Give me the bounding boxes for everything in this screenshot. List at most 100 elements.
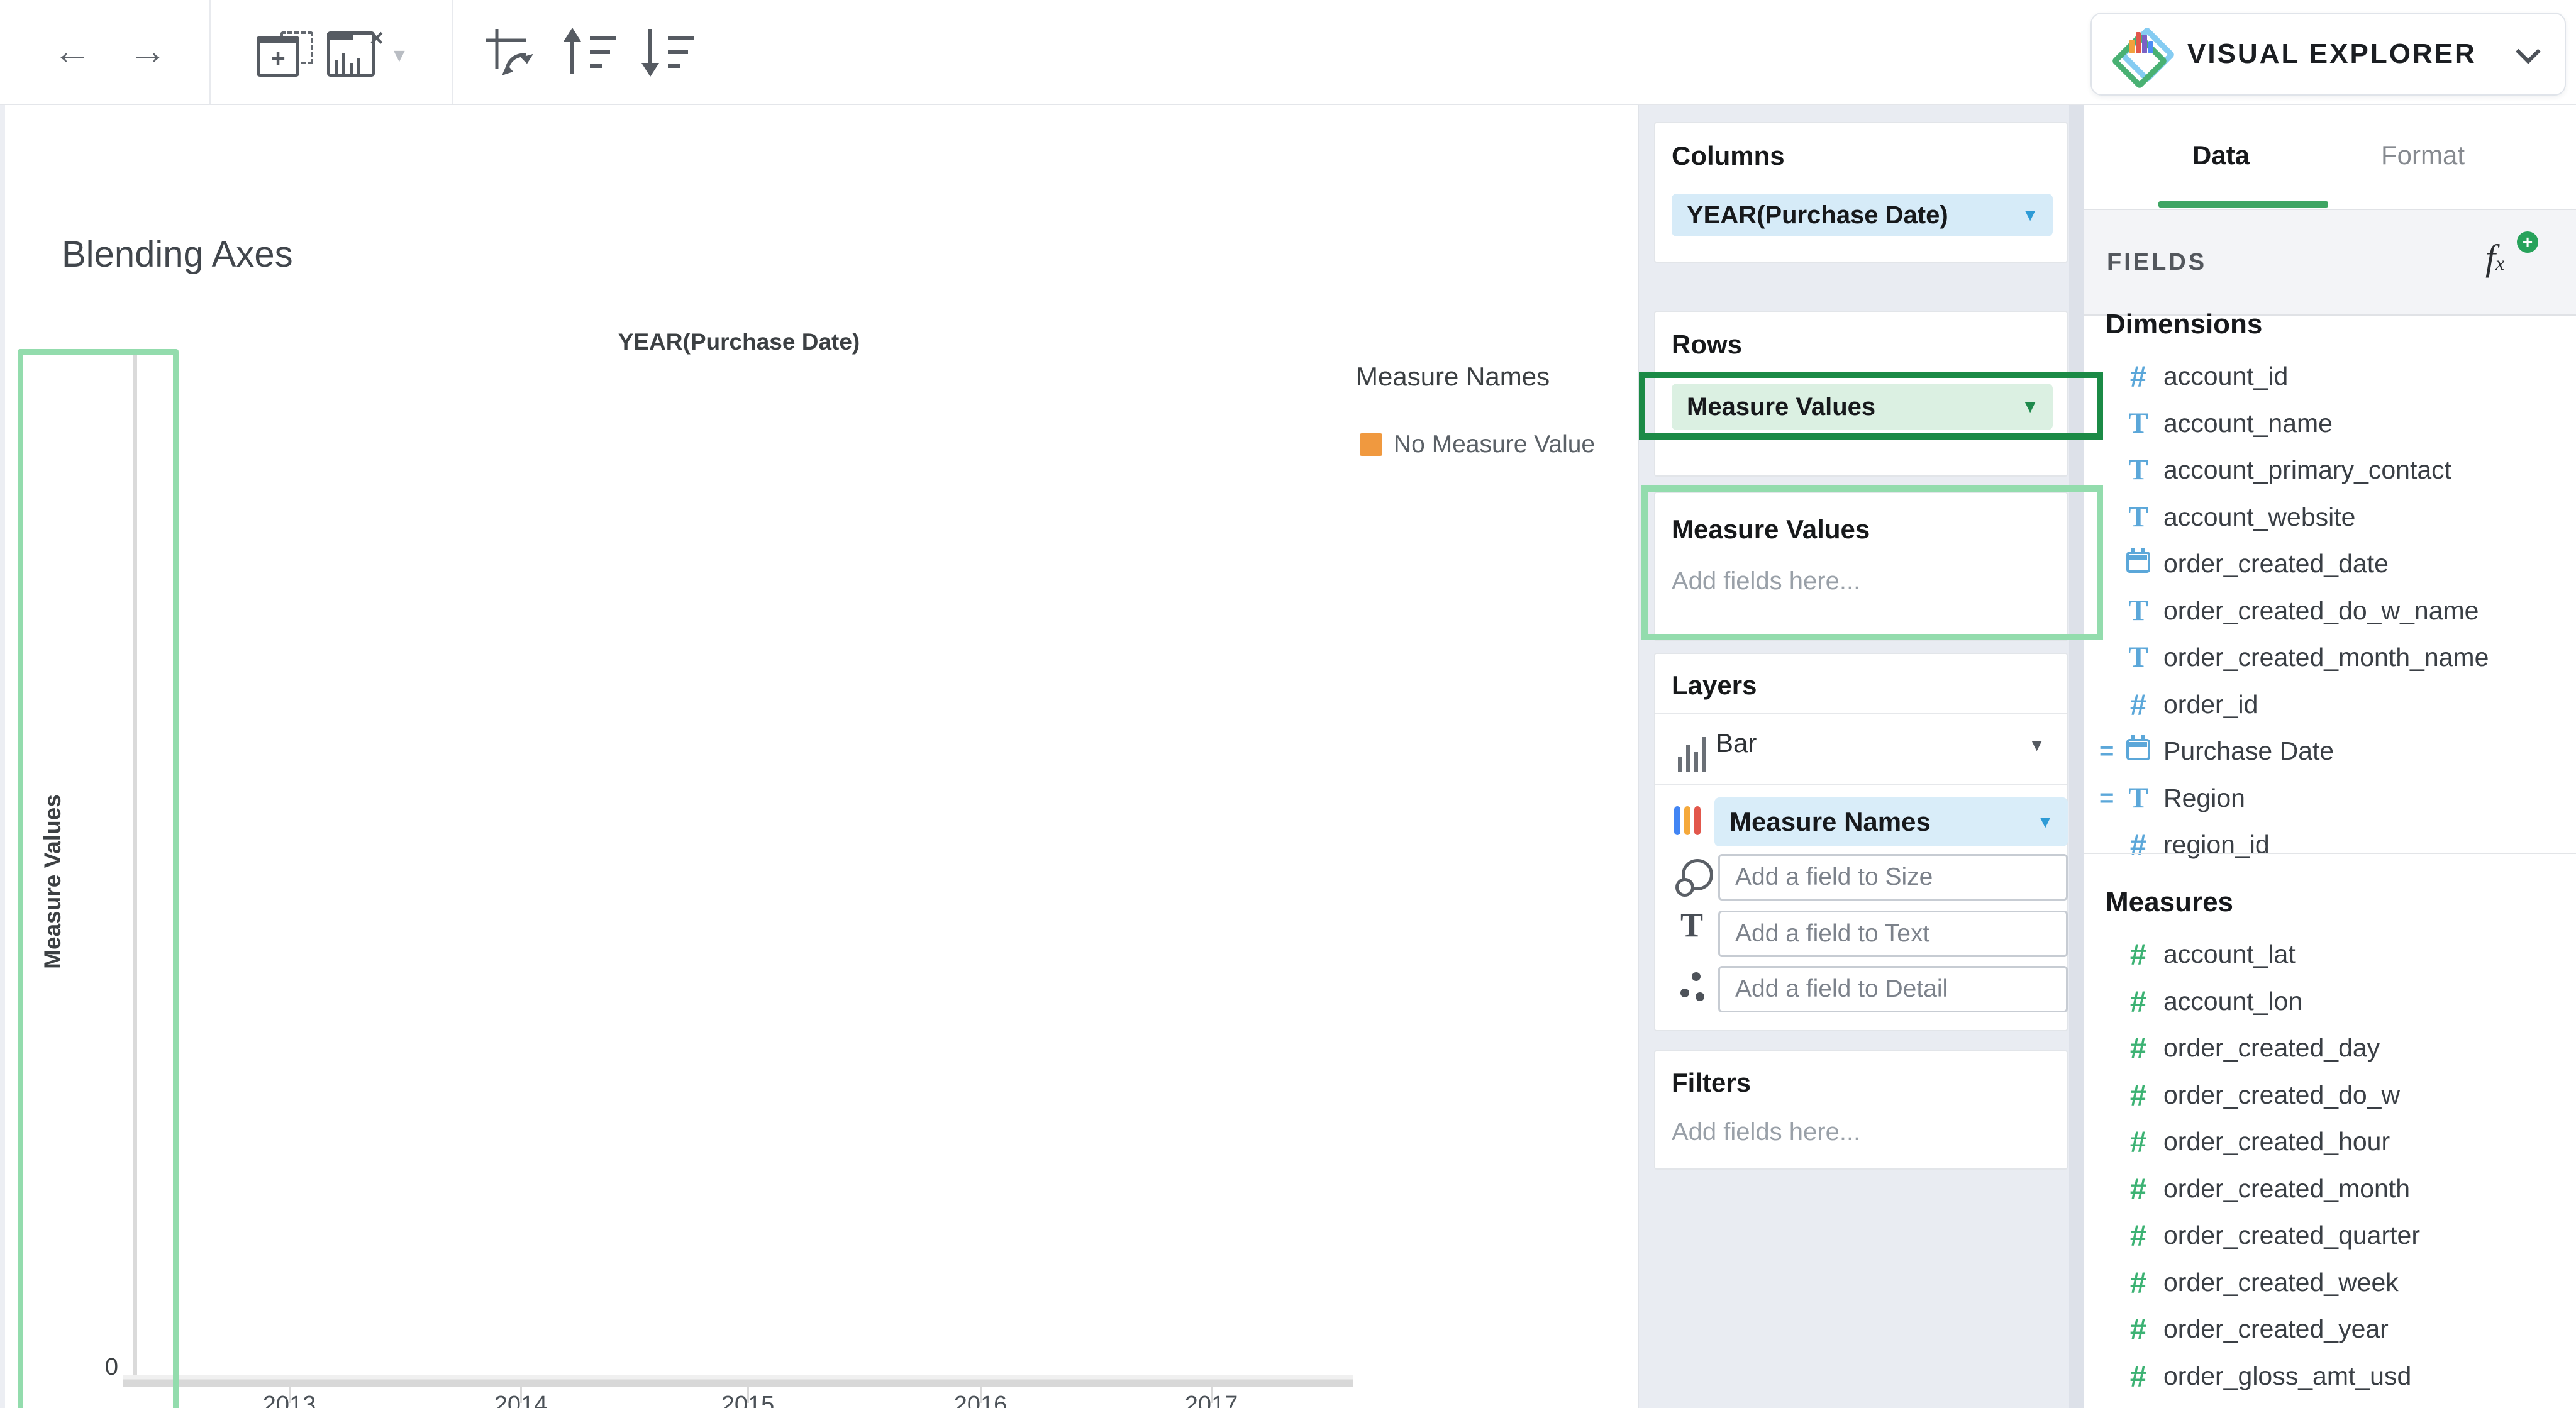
visual-explorer-app: ← → + × ▼ bbox=[0, 0, 2576, 1408]
text-type-icon: T bbox=[2121, 640, 2156, 674]
measure-values-shelf: Measure Values Add fields here... bbox=[1654, 492, 2068, 641]
field-item-dimension[interactable]: =Purchase Date bbox=[2084, 730, 2576, 772]
x-tick-label: 2016 bbox=[924, 1392, 1037, 1408]
sort-descending-icon[interactable] bbox=[636, 25, 697, 83]
pill-caret-icon[interactable]: ▼ bbox=[2036, 812, 2054, 832]
field-item-measure[interactable]: #account_lon bbox=[2084, 980, 2576, 1022]
pill-caret-icon[interactable]: ▼ bbox=[2021, 205, 2039, 225]
remove-chart-icon[interactable]: × bbox=[327, 33, 381, 77]
field-item-measure[interactable]: #order_created_day bbox=[2084, 1027, 2576, 1068]
add-chart-plus: + bbox=[257, 36, 299, 77]
tab-data[interactable]: Data bbox=[2192, 140, 2250, 170]
add-formula-icon[interactable]: fx + bbox=[2485, 236, 2536, 287]
field-label: account_name bbox=[2163, 409, 2333, 438]
number-icon: # bbox=[2121, 1265, 2156, 1300]
field-item-dimension[interactable]: Torder_created_month_name bbox=[2084, 636, 2576, 678]
field-label: account_lon bbox=[2163, 987, 2302, 1016]
chart-type-caret-icon[interactable]: ▼ bbox=[390, 45, 409, 67]
field-label: order_created_month_name bbox=[2163, 643, 2489, 672]
field-item-measure[interactable]: #order_created_hour bbox=[2084, 1121, 2576, 1162]
sort-ascending-icon[interactable] bbox=[558, 25, 619, 83]
field-item-dimension[interactable]: =TRegion bbox=[2084, 777, 2576, 819]
field-label: order_created_year bbox=[2163, 1314, 2389, 1344]
active-tab-underline bbox=[2158, 201, 2328, 208]
color-pill-label: Measure Names bbox=[1729, 807, 1931, 837]
filters-placeholder[interactable]: Add fields here... bbox=[1672, 1118, 1860, 1146]
legend-title: Measure Names bbox=[1356, 362, 1550, 392]
field-item-measure[interactable]: #order_created_do_w bbox=[2084, 1074, 2576, 1116]
field-label: order_created_do_w_name bbox=[2163, 596, 2479, 626]
field-item-dimension[interactable]: order_created_date bbox=[2084, 543, 2576, 584]
scrollbar-track[interactable] bbox=[2069, 105, 2084, 1408]
field-label: Purchase Date bbox=[2163, 736, 2334, 766]
x-tick-label: 2015 bbox=[691, 1392, 804, 1408]
field-label: order_created_quarter bbox=[2163, 1221, 2420, 1250]
field-item-dimension[interactable]: Torder_created_do_w_name bbox=[2084, 590, 2576, 631]
fields-header-label: FIELDS bbox=[2107, 210, 2207, 314]
columns-shelf: Columns YEAR(Purchase Date) ▼ bbox=[1654, 122, 2068, 263]
divider bbox=[1655, 713, 2067, 714]
field-item-measure[interactable]: #order_created_year bbox=[2084, 1308, 2576, 1350]
field-item-measure[interactable]: #order_created_week bbox=[2084, 1261, 2576, 1303]
field-label: account_website bbox=[2163, 502, 2355, 532]
x-axis-title[interactable]: YEAR(Purchase Date) bbox=[582, 329, 896, 355]
field-item-dimension[interactable]: Taccount_name bbox=[2084, 402, 2576, 444]
number-icon: # bbox=[2121, 687, 2156, 722]
detail-icon bbox=[1678, 972, 1711, 1005]
pill-caret-icon[interactable]: ▼ bbox=[2021, 397, 2039, 417]
app-switcher-button[interactable]: VISUAL EXPLORER bbox=[2090, 13, 2566, 96]
field-item-dimension[interactable]: #order_id bbox=[2084, 684, 2576, 725]
text-type-icon: T bbox=[2121, 453, 2156, 487]
visual-explorer-logo-icon bbox=[2111, 27, 2171, 81]
field-item-dimension[interactable]: Taccount_primary_contact bbox=[2084, 449, 2576, 491]
field-item-dimension[interactable]: #account_id bbox=[2084, 355, 2576, 397]
legend-item[interactable]: No Measure Value bbox=[1360, 431, 1595, 458]
forward-icon[interactable]: → bbox=[128, 26, 167, 77]
chart-canvas: Blending Axes YEAR(Purchase Date) Measur… bbox=[0, 105, 1638, 1408]
calendar-icon bbox=[2121, 739, 2156, 763]
dimensions-section-title: Dimensions bbox=[2106, 309, 2262, 340]
columns-pill[interactable]: YEAR(Purchase Date) ▼ bbox=[1672, 194, 2053, 236]
detail-field-input[interactable]: Add a field to Detail bbox=[1718, 966, 2068, 1012]
mini-bar bbox=[335, 60, 338, 74]
size-field-input[interactable]: Add a field to Size bbox=[1718, 854, 2068, 901]
field-item-measure[interactable]: #order_created_month bbox=[2084, 1168, 2576, 1209]
legend-swatch-icon bbox=[1360, 433, 1382, 456]
field-item-measure[interactable]: #order_gloss_amt_usd bbox=[2084, 1355, 2576, 1397]
field-label: order_created_hour bbox=[2163, 1127, 2390, 1156]
page-title: Blending Axes bbox=[62, 233, 293, 275]
formula-equals-icon: = bbox=[2099, 784, 2121, 812]
mark-type-value[interactable]: Bar bbox=[1716, 728, 1757, 758]
back-icon[interactable]: ← bbox=[53, 26, 92, 77]
field-item-dimension[interactable]: Taccount_website bbox=[2084, 496, 2576, 538]
measure-values-placeholder[interactable]: Add fields here... bbox=[1672, 567, 1860, 596]
number-icon: # bbox=[2121, 359, 2156, 394]
text-placeholder: Add a field to Text bbox=[1735, 920, 1929, 948]
calendar-icon bbox=[2121, 552, 2156, 576]
field-item-dimension[interactable]: #region_id bbox=[2084, 824, 2576, 865]
color-pill[interactable]: Measure Names ▼ bbox=[1714, 797, 2068, 846]
mark-type-caret-icon[interactable]: ▼ bbox=[2028, 736, 2045, 755]
swap-axes-icon[interactable] bbox=[483, 25, 543, 83]
layers-title: Layers bbox=[1672, 670, 1757, 701]
field-label: region_id bbox=[2163, 830, 2270, 860]
detail-placeholder: Add a field to Detail bbox=[1735, 975, 1948, 1003]
toolbar-divider bbox=[452, 0, 453, 104]
field-item-measure[interactable]: #order_created_quarter bbox=[2084, 1214, 2576, 1256]
x-tick-label: 2013 bbox=[233, 1392, 346, 1408]
text-field-input[interactable]: Add a field to Text bbox=[1718, 911, 2068, 957]
number-icon: # bbox=[2121, 1172, 2156, 1206]
measures-section-title: Measures bbox=[2106, 887, 2233, 918]
text-icon: T bbox=[1680, 906, 1703, 945]
size-placeholder: Add a field to Size bbox=[1735, 863, 1933, 891]
number-icon: # bbox=[2121, 1031, 2156, 1065]
add-chart-icon[interactable]: + bbox=[257, 31, 313, 77]
text-type-icon: T bbox=[2121, 500, 2156, 534]
fields-header: FIELDS fx + bbox=[2084, 209, 2576, 316]
field-item-measure[interactable]: #account_lat bbox=[2084, 933, 2576, 975]
layers-card: Layers Bar ▼ Measure Names ▼ Add a field… bbox=[1654, 653, 2068, 1031]
app-switcher-label: VISUAL EXPLORER bbox=[2187, 38, 2477, 70]
rows-pill[interactable]: Measure Values ▼ bbox=[1672, 384, 2053, 430]
tab-format[interactable]: Format bbox=[2381, 140, 2465, 170]
mini-bar bbox=[342, 53, 345, 74]
